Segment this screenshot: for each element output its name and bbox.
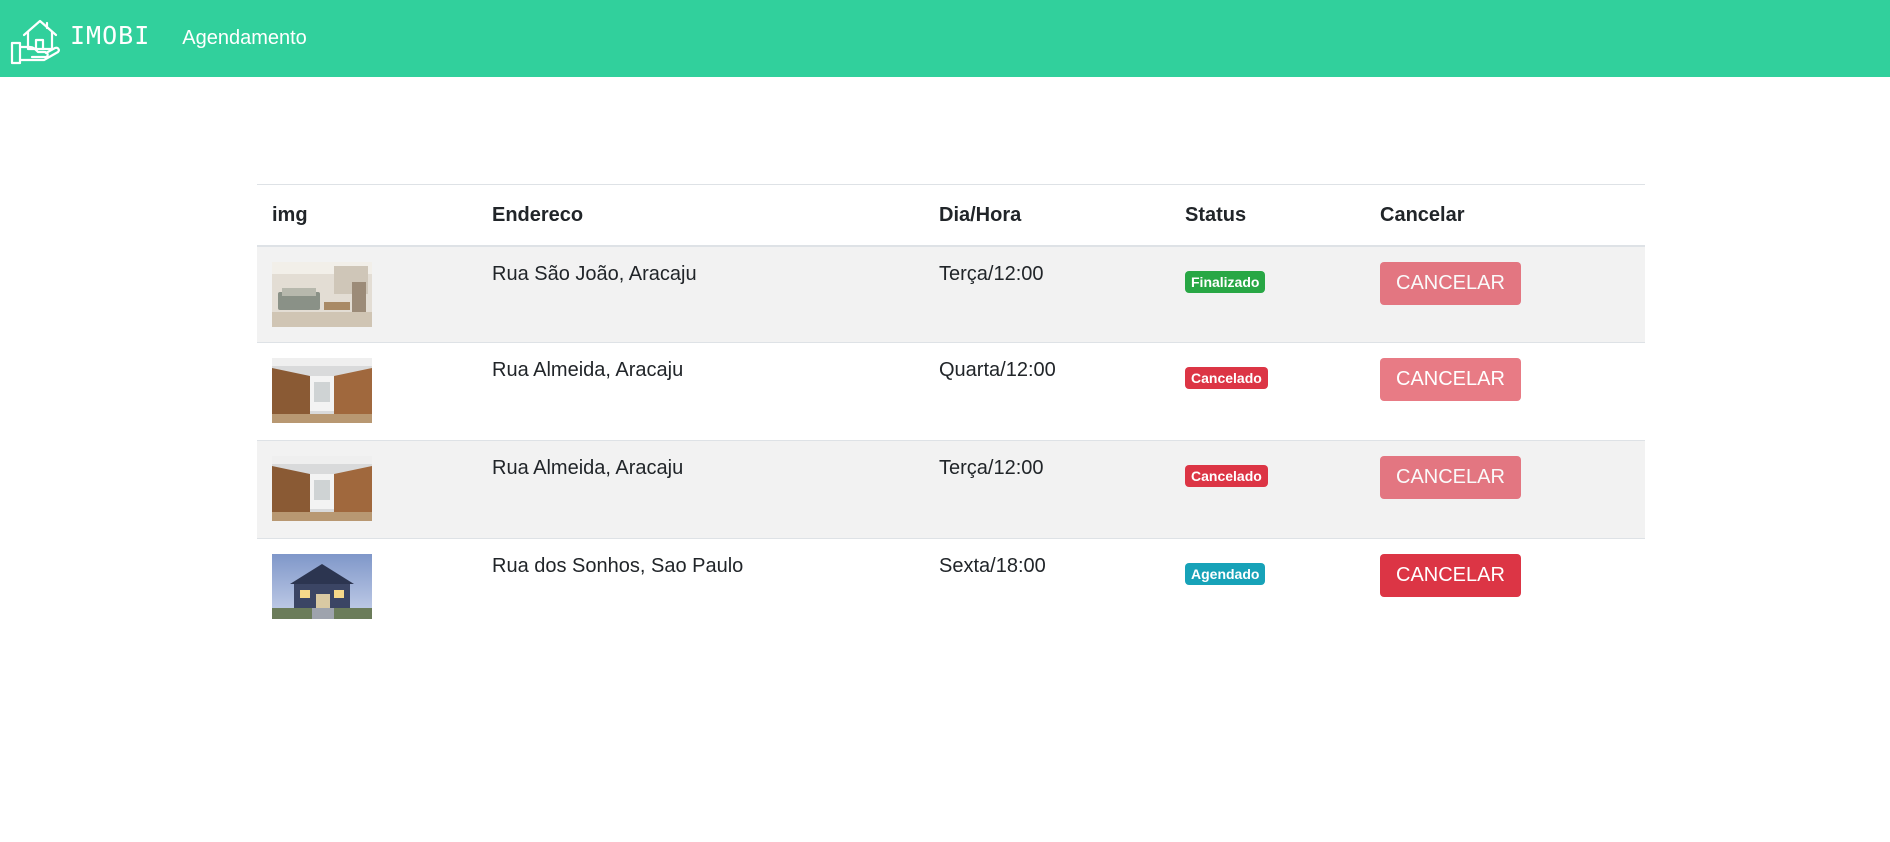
action-cell: CANCELAR [1365,342,1645,441]
address-cell: Rua dos Sonhos, Sao Paulo [492,554,744,577]
datetime-cell: Sexta/18:00 [939,554,1046,577]
column-header-img: img [257,184,477,247]
action-cell: CANCELAR [1365,246,1645,343]
image-cell [257,538,477,634]
address-cell: Rua Almeida, Aracaju [477,440,924,539]
column-header-dia-hora: Dia/Hora [924,184,1170,247]
column-header-cancelar: Cancelar [1365,184,1645,247]
image-cell [257,246,477,343]
status-cell: Finalizado [1170,246,1365,343]
status-cell: Agendado [1170,538,1365,634]
cancel-button[interactable]: CANCELAR [1380,553,1521,597]
status-cell: Cancelado [1170,440,1365,539]
table-row: Rua Almeida, Aracaju Terça/12:00 Cancela… [257,440,1645,539]
address-cell: Rua Almeida, Aracaju [477,342,924,441]
column-header-endereco: Endereco [477,184,924,247]
table-header-row: img Endereco Dia/Hora Status Cancelar [257,184,1645,247]
table-row: Rua São João, Aracaju Terça/12:00 Finali… [257,246,1645,343]
house-exterior-photo [272,553,372,619]
status-badge: Cancelado [1185,464,1268,487]
table-row: Rua Almeida, Aracaju Quarta/12:00 Cancel… [257,342,1645,441]
house-hand-logo-icon[interactable] [10,13,62,65]
nav-link-agendamento[interactable]: Agendamento [182,27,307,50]
datetime-cell: Terça/12:00 [924,440,1170,539]
address-cell: Rua São João, Aracaju [477,246,924,343]
cancel-button[interactable]: CANCELAR [1380,455,1521,499]
action-cell: CANCELAR [1365,538,1645,634]
brand-name[interactable]: IMOBI [70,21,150,50]
action-cell: CANCELAR [1365,440,1645,539]
kitchen-photo [272,357,372,423]
status-badge: Agendado [1185,562,1266,585]
image-cell [257,342,477,441]
image-cell [257,440,477,539]
living-room-photo [272,262,372,327]
column-header-status: Status [1170,184,1365,247]
table-row: Rua dos Sonhos, Sao Paulo Sexta/18:00 Ag… [257,538,1645,634]
status-badge: Cancelado [1185,366,1268,389]
schedule-table: img Endereco Dia/Hora Status Cancelar Ru… [257,184,1645,634]
cancel-button[interactable]: CANCELAR [1380,357,1521,401]
status-cell: Cancelado [1170,342,1365,441]
datetime-cell: Quarta/12:00 [924,342,1170,441]
top-navbar: IMOBI Agendamento [0,0,1890,77]
cancel-button[interactable]: CANCELAR [1380,262,1521,305]
kitchen-photo [272,455,372,521]
datetime-cell: Terça/12:00 [924,246,1170,343]
status-badge: Finalizado [1185,271,1266,293]
